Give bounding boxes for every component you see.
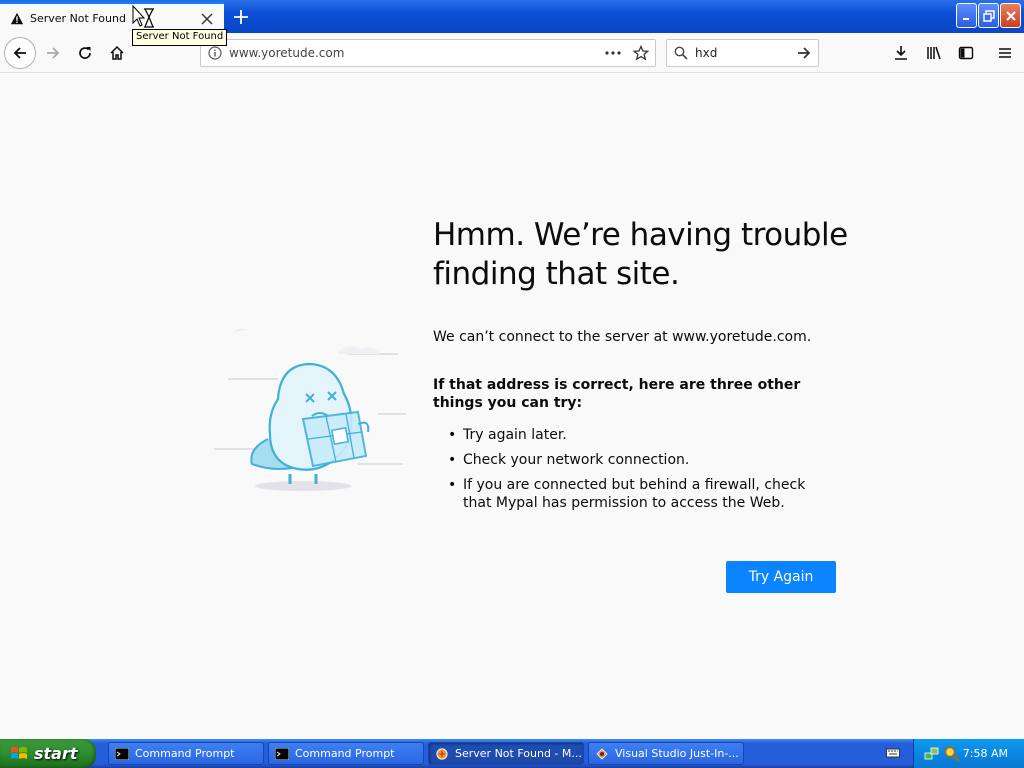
list-item: Check your network connection. <box>433 451 833 469</box>
search-icon <box>667 46 695 60</box>
suggestion-list: Try again later. Check your network conn… <box>433 426 853 512</box>
mypal-icon <box>436 747 448 760</box>
system-tray: 7:58 AM <box>913 739 1024 768</box>
reload-button[interactable] <box>72 40 98 66</box>
taskbar-item-command-prompt-2[interactable]: Command Prompt <box>268 742 424 765</box>
tab-tooltip: Server Not Found <box>132 29 228 46</box>
taskbar-clock[interactable]: 7:58 AM <box>963 747 1008 760</box>
hamburger-menu-icon <box>999 48 1011 58</box>
url-bar[interactable]: www.yoretude.com <box>200 39 656 67</box>
library-button[interactable] <box>921 40 947 66</box>
taskbar-item-visual-studio[interactable]: Visual Studio Just-In-... <box>588 742 744 765</box>
downloads-button[interactable] <box>888 40 914 66</box>
sidebar-button[interactable] <box>953 40 979 66</box>
cmd-icon <box>275 747 289 760</box>
windows-logo-icon <box>11 746 27 759</box>
sidebar-icon <box>958 46 974 60</box>
taskbar-item-label: Server Not Found - M... <box>455 747 582 760</box>
restore-button[interactable] <box>978 3 999 28</box>
keyboard-icon[interactable] <box>886 746 900 760</box>
new-tab-icon[interactable] <box>228 4 254 30</box>
search-tray-icon[interactable] <box>944 746 960 762</box>
start-button[interactable]: start <box>0 739 96 768</box>
taskbar: start Command Prompt Command Prompt Serv… <box>0 739 1024 768</box>
arrow-left-icon <box>13 47 26 59</box>
taskbar-item-label: Command Prompt <box>135 747 235 760</box>
suggestion-heading: If that address is correct, here are thr… <box>433 377 801 411</box>
menu-button[interactable] <box>992 40 1018 66</box>
cmd-icon <box>115 747 129 760</box>
library-icon <box>927 46 941 60</box>
error-intro: We can’t connect to the server at www.yo… <box>433 329 812 345</box>
taskbar-item-label: Visual Studio Just-In-... <box>615 747 739 760</box>
try-again-button[interactable]: Try Again <box>726 561 836 593</box>
home-icon <box>110 45 124 60</box>
taskbar-item-mypal[interactable]: Server Not Found - M... <box>428 742 584 765</box>
back-button[interactable] <box>4 37 36 69</box>
list-item: If you are connected but behind a firewa… <box>433 476 833 512</box>
error-title: Hmm. We’re having trouble finding that s… <box>433 217 848 292</box>
forward-button[interactable] <box>40 40 66 66</box>
busy-cursor-icon <box>132 5 154 28</box>
tab-close-icon[interactable] <box>194 6 220 32</box>
taskbar-item-label: Command Prompt <box>295 747 395 760</box>
error-message: Hmm. We’re having trouble finding that s… <box>433 216 853 519</box>
home-button[interactable] <box>104 40 130 66</box>
tab-title: Server Not Found <box>30 12 126 25</box>
bookmark-star-icon[interactable] <box>627 45 655 61</box>
visual-studio-icon <box>596 747 608 760</box>
list-item: Try again later. <box>433 426 833 444</box>
search-go-icon[interactable] <box>790 45 818 61</box>
reload-icon <box>79 47 91 59</box>
arrow-right-icon <box>47 47 60 59</box>
page-actions-icon[interactable] <box>599 51 627 55</box>
close-window-button[interactable] <box>1000 3 1021 28</box>
error-page: Hmm. We’re having trouble finding that s… <box>0 74 1024 739</box>
download-icon <box>895 46 907 60</box>
search-input[interactable] <box>695 46 790 60</box>
warning-icon <box>10 12 24 24</box>
url-text[interactable]: www.yoretude.com <box>229 46 599 60</box>
search-bar[interactable] <box>666 39 819 67</box>
confused-monster-illustration <box>214 328 406 491</box>
network-icon[interactable] <box>924 746 940 762</box>
minimize-button[interactable] <box>956 3 977 28</box>
info-icon[interactable] <box>201 46 229 60</box>
start-label: start <box>34 744 78 763</box>
taskbar-item-command-prompt-1[interactable]: Command Prompt <box>108 742 264 765</box>
